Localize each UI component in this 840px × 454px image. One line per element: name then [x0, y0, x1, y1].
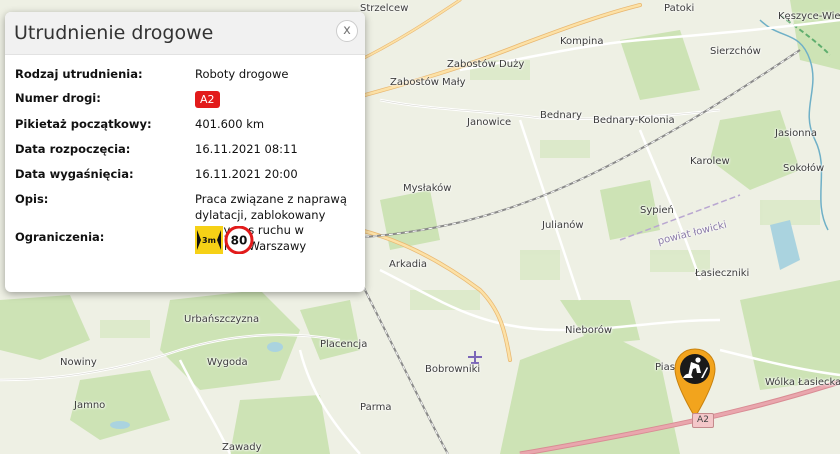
road-shield-a2: A2: [692, 413, 714, 428]
detail-value: 16.11.2021 08:11: [195, 142, 298, 156]
place-label: Placencja: [320, 339, 368, 350]
speed-limit-text: 80: [231, 234, 248, 248]
place-label: Mysłaków: [403, 183, 452, 194]
place-label: Bednary: [540, 110, 582, 121]
place-label: Urbańszczyzna: [184, 314, 260, 325]
place-label: Jasionna: [775, 128, 817, 139]
road-number-badge: A2: [195, 91, 220, 108]
place-label: Patoki: [664, 3, 695, 14]
restriction-signs: 3m 80: [195, 225, 350, 259]
detail-label: Numer drogi:: [15, 91, 101, 105]
place-label: Kęszyce-Wieś: [778, 11, 840, 22]
detail-label: Data rozpoczęcia:: [15, 142, 131, 156]
place-label: Arkadia: [389, 259, 427, 270]
place-label: Strzelcew: [360, 3, 409, 14]
restriction-signs-icons: 3m 80: [195, 225, 254, 255]
place-label: Kompina: [560, 36, 604, 47]
detail-value-wrap: A2: [195, 91, 350, 108]
width-limit-sign-icon: 3m: [195, 226, 223, 254]
place-label: Sypień: [640, 205, 674, 216]
place-label: Łasieczniki: [695, 268, 750, 279]
detail-value: Roboty drogowe: [195, 67, 289, 81]
place-label: Parma: [360, 402, 392, 413]
detail-value: 401.600 km: [195, 117, 265, 131]
close-button[interactable]: x: [336, 20, 358, 42]
place-label: Sokołów: [783, 163, 825, 174]
place-label: Sierzchów: [710, 46, 761, 57]
place-label: Nowiny: [60, 357, 97, 368]
detail-label: Pikietaż początkowy:: [15, 117, 152, 131]
place-label: Bednary-Kolonia: [593, 115, 675, 126]
detail-label: Ograniczenia:: [15, 230, 105, 244]
place-label: Janowice: [467, 117, 512, 128]
place-label: Karolew: [690, 156, 730, 167]
place-label: Julianów: [542, 220, 584, 231]
place-label: Wólka Łasiecka: [765, 377, 840, 388]
place-label: Wygoda: [207, 357, 248, 368]
detail-label: Data wygaśnięcia:: [15, 167, 134, 181]
popup-title: Utrudnienie drogowe: [14, 22, 214, 44]
detail-value: 16.11.2021 20:00: [195, 167, 298, 181]
place-label: Jamno: [74, 400, 106, 411]
roadworks-marker-icon[interactable]: [671, 347, 719, 419]
place-label: Zabostów Duży: [447, 59, 525, 70]
popup-header: Utrudnienie drogowe x: [5, 12, 365, 55]
detail-label: Rodzaj utrudnienia:: [15, 67, 143, 81]
place-label: Zawady: [222, 442, 262, 453]
width-limit-text: 3m: [202, 236, 216, 245]
place-label: Bobrowniki: [425, 364, 481, 375]
detail-label: Opis:: [15, 192, 49, 206]
place-label: Nieborów: [565, 325, 613, 336]
place-label: Zabostów Mały: [390, 77, 466, 88]
speed-limit-sign-icon: 80: [224, 225, 254, 255]
obstruction-popup: Utrudnienie drogowe x Rodzaj utrudnienia…: [5, 12, 365, 292]
